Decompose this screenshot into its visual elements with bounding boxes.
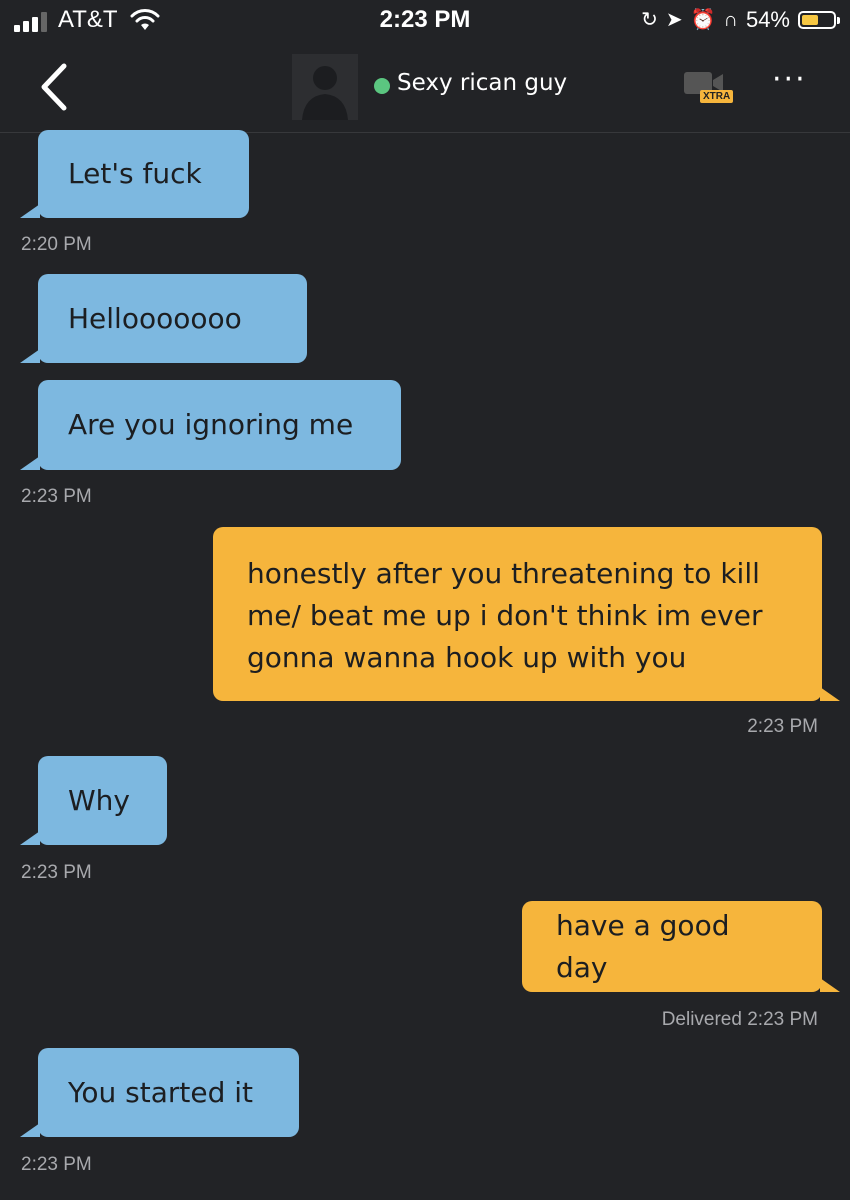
bubble-tail: [20, 831, 40, 845]
online-status-dot: [374, 78, 390, 94]
contact-name[interactable]: Sexy rican guy: [397, 70, 567, 96]
status-bar: AT&T 2:23 PM ↻ ➤ ⏰ ∩ 54%: [0, 0, 850, 44]
bubble-tail: [20, 1123, 40, 1137]
default-avatar-icon: [302, 66, 348, 120]
message-text: Are you ignoring me: [68, 408, 354, 441]
message-timestamp: 2:23 PM: [21, 862, 92, 883]
message-line: gonna wanna hook up with you: [247, 641, 687, 674]
battery-percent: 54%: [745, 7, 790, 32]
bubble-tail: [820, 978, 840, 992]
message-bubble-outgoing[interactable]: honestly after you threatening to kill m…: [213, 527, 840, 701]
alarm-icon: ⏰: [690, 9, 716, 31]
message-text: Why: [68, 783, 131, 817]
message-bubble-incoming[interactable]: Hellooooooo: [20, 274, 307, 363]
location-icon: ➤: [665, 9, 683, 31]
message-bubble-incoming[interactable]: Why: [20, 756, 167, 845]
message-bubble-incoming[interactable]: You started it: [20, 1048, 299, 1137]
bubble-tail: [20, 456, 40, 470]
message-line: honestly after you threatening to kill: [247, 557, 760, 590]
delivered-label: Delivered: [661, 1009, 742, 1030]
message-text: Hellooooooo: [68, 301, 242, 335]
bubble-tail: [20, 349, 40, 363]
chat-header: Sexy rican guy XTRA ···: [0, 44, 850, 133]
message-text: Let's fuck: [68, 157, 202, 190]
message-bubble-outgoing[interactable]: have a good day: [522, 901, 840, 992]
back-button[interactable]: [30, 60, 80, 114]
rotation-lock-icon: ↻: [641, 9, 658, 31]
message-text: You started it: [68, 1075, 254, 1109]
more-options-button[interactable]: ···: [772, 65, 814, 100]
headphones-icon: ∩: [723, 9, 738, 31]
bubble-tail: [820, 687, 840, 701]
message-timestamp: 2:23 PM: [21, 1154, 92, 1175]
message-delivery-status: Delivered 2:23 PM: [662, 1009, 818, 1031]
message-text: honestly after you threatening to kill m…: [247, 527, 788, 727]
message-timestamp: 2:23 PM: [21, 486, 92, 507]
bubble-tail: [20, 204, 40, 218]
message-timestamp: 2:23 PM: [747, 716, 818, 737]
message-timestamp: 2:20 PM: [21, 234, 92, 255]
battery-icon: [798, 11, 840, 29]
video-call-button[interactable]: XTRA: [684, 68, 736, 112]
message-timestamp: 2:23 PM: [747, 1009, 818, 1030]
message-bubble-incoming[interactable]: Let's fuck: [20, 130, 249, 218]
message-line: me/ beat me up i don't think im ever: [247, 599, 763, 632]
message-bubble-incoming[interactable]: Are you ignoring me: [20, 380, 401, 470]
xtra-badge: XTRA: [700, 90, 734, 103]
avatar[interactable]: [292, 54, 358, 120]
message-text: have a good day: [556, 908, 730, 984]
battery-level: [802, 15, 819, 25]
